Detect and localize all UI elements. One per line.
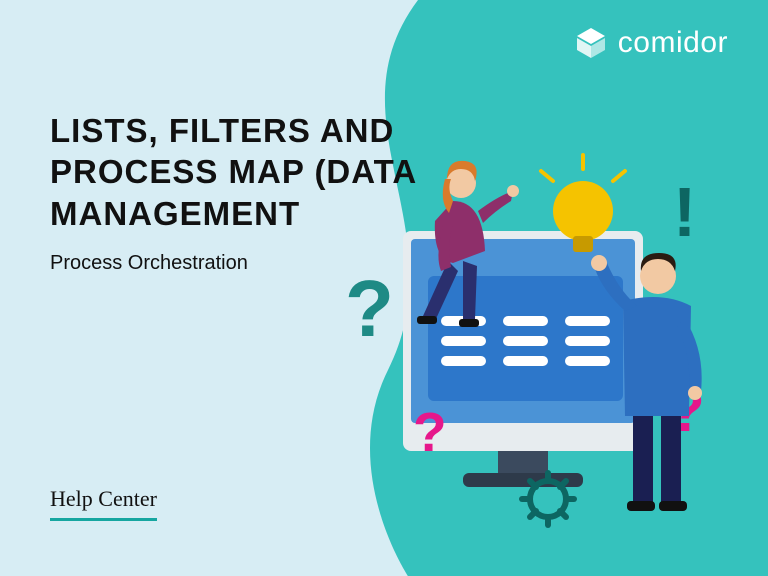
brand-logo: comidor [574, 26, 728, 60]
help-center-label: Help Center [50, 486, 157, 521]
question-mark-icon: ? [345, 264, 394, 353]
hero-content: LISTS, FILTERS AND PROCESS MAP (DATA MAN… [50, 110, 470, 275]
brand-name: comidor [618, 26, 728, 60]
gear-icon [522, 473, 574, 525]
exclamation-icon: ! [673, 173, 696, 251]
page-title: LISTS, FILTERS AND PROCESS MAP (DATA MAN… [50, 110, 470, 234]
question-mark-icon: ? [413, 401, 447, 463]
brand-cube-icon [574, 26, 608, 60]
page-subtitle: Process Orchestration [50, 252, 470, 275]
